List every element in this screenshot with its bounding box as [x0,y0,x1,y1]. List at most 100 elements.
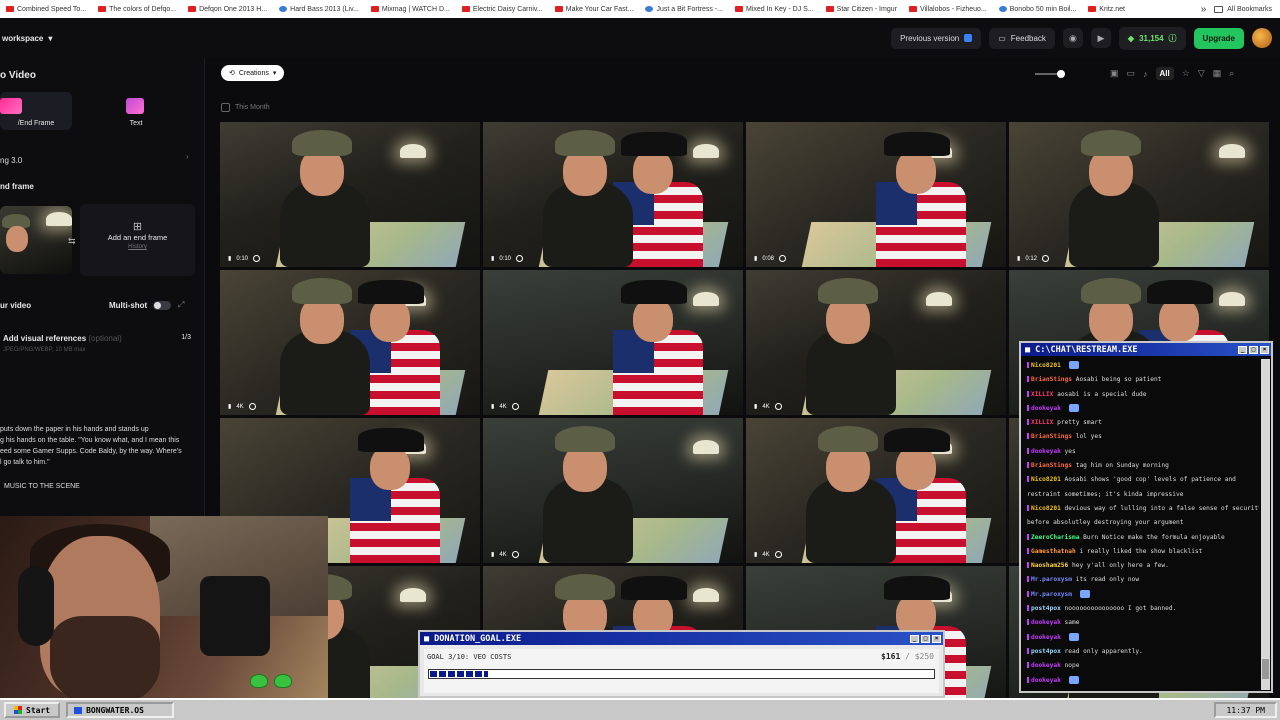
model-selector[interactable]: ng 3.0 [0,156,22,165]
month-group[interactable]: This Month [221,103,270,112]
video-tile[interactable]: ▮ 0:10 [483,122,743,267]
chat-username[interactable]: Gamesthatnah [1031,548,1076,555]
chat-message: BrianStings Aosabi being so patient [1027,373,1259,387]
youtube-icon[interactable]: ▶ [1090,28,1111,48]
prompt-textarea[interactable]: puts down the paper in his hands and sta… [0,424,195,468]
chat-username[interactable]: BrianStings [1031,462,1072,469]
grid-icon[interactable]: ▦ [1213,68,1222,79]
taskbar-item-bongwater[interactable]: BONGWATER.OS [66,702,175,718]
chat-username[interactable]: Nico8201 [1031,505,1061,512]
start-button[interactable]: Start [4,702,61,718]
chat-username[interactable]: Naosham256 [1031,562,1068,569]
avatar[interactable] [1252,28,1272,48]
star-icon[interactable]: ☆ [1182,68,1190,79]
scrollbar-thumb[interactable] [1262,659,1269,679]
video-tile[interactable]: ▮ 0:08 [746,122,1006,267]
bookmark-item[interactable]: Electric Daisy Carniv... [456,6,549,13]
workspace-selector[interactable]: workspace ▾ [0,34,52,43]
chat-window[interactable]: ■ C:\CHAT\RESTREAM.EXE _ □ × Nico8201 Br… [1019,341,1273,693]
expand-icon[interactable]: ⤢ [178,300,184,310]
chat-text: tag him on Sunday morning [1075,462,1169,470]
tab-start-end-frame[interactable]: /End Frame [0,92,72,130]
bookmark-item[interactable]: Hard Bass 2013 (Liv... [273,6,365,13]
credits-display[interactable]: ◆ 31,154 ⓘ [1118,26,1186,50]
discord-icon[interactable]: ◉ [1062,28,1083,48]
chat-username[interactable]: dookeyak [1031,662,1061,669]
toggle-switch[interactable] [153,301,172,310]
all-bookmarks-button[interactable]: All Bookmarks [1214,5,1280,13]
bookmark-item[interactable]: Villalobos - Fizheuo... [903,6,993,13]
select-month-checkbox[interactable] [221,103,230,112]
multishot-toggle[interactable]: Multi-shot [109,301,172,310]
chat-username[interactable]: Mr.paroxysm [1031,591,1072,598]
chat-username[interactable]: dookeyak [1031,405,1061,412]
chat-username[interactable]: dookeyak [1031,634,1061,641]
emote-icon [1079,589,1090,598]
chat-title: C:\CHAT\RESTREAM.EXE [1035,344,1138,355]
bookmark-item[interactable]: Mixmag | WATCH D... [365,6,456,13]
audio-filter-icon[interactable]: ♪ [1143,69,1148,79]
chat-username[interactable]: dookeyak [1031,677,1061,684]
bookmark-item[interactable]: Combined Speed To... [0,6,92,13]
video-tile[interactable]: ▮ 4K [746,270,1006,415]
chat-scrollbar[interactable] [1261,359,1270,690]
feedback-button[interactable]: ▭ Feedback [989,27,1055,49]
chat-text: nooooooooooooooo I got banned. [1064,605,1177,613]
bookmark-item[interactable]: Just a Bit Fortress -... [639,6,729,13]
bookmark-item[interactable]: Bonobo 50 min Boil... [993,6,1083,13]
minimize-button[interactable]: _ [1238,345,1247,354]
funnel-icon[interactable]: ▽ [1198,68,1205,79]
video-tile[interactable]: ▮ 4K [483,270,743,415]
video-tile[interactable]: ▮ 0:12 [1009,122,1269,267]
bookmark-item[interactable]: Kritz.net [1082,6,1131,13]
chat-message: Nico8201 Aosabi shows 'good cop' levels … [1027,473,1259,487]
video-filter-icon[interactable]: ▭ [1127,68,1136,79]
search-icon[interactable]: ⌕ [1229,68,1234,79]
chat-username[interactable]: BrianStings [1031,433,1072,440]
helmet-shape [1081,278,1141,304]
bookmark-item[interactable]: The colors of Defqo... [92,6,182,13]
maximize-button[interactable]: □ [1249,345,1258,354]
chat-username[interactable]: dookeyak [1031,619,1061,626]
user-color-bar [1027,605,1029,612]
all-filter-button[interactable]: All [1155,67,1174,80]
zoom-slider[interactable] [1035,70,1065,78]
close-button[interactable]: × [932,634,941,643]
maximize-button[interactable]: □ [921,634,930,643]
chat-username[interactable]: post4pox [1031,648,1061,655]
add-end-frame-button[interactable]: ⊞ Add an end frame History [80,204,195,276]
chat-username[interactable]: XILLIX [1031,391,1053,398]
chat-username[interactable]: Nico8201 [1031,476,1061,483]
chat-username[interactable]: ZeeroCharisma [1031,534,1079,541]
close-button[interactable]: × [1260,345,1269,354]
bookmark-item[interactable]: Star Citizen - Imgur [820,6,903,13]
chat-username[interactable]: Nico8201 [1031,362,1061,369]
chat-username[interactable]: BrianStings [1031,376,1072,383]
chat-username[interactable]: XILLIX [1031,419,1053,426]
bookmark-item[interactable]: Mixed In Key - DJ S... [729,6,820,13]
upgrade-button[interactable]: Upgrade [1193,27,1244,49]
image-filter-icon[interactable]: ▣ [1110,68,1119,79]
tab-text[interactable]: Text [100,92,172,130]
chat-username[interactable]: post4pox [1031,605,1061,612]
more-bookmarks-button[interactable]: » [1193,4,1215,15]
bookmark-item[interactable]: Make Your Car Fast... [549,6,640,13]
minimize-button[interactable]: _ [910,634,919,643]
chat-titlebar[interactable]: ■ C:\CHAT\RESTREAM.EXE _ □ × [1021,343,1271,356]
swap-icon[interactable]: ⇆ [68,236,76,247]
donation-goal-window[interactable]: ■ DONATION_GOAL.EXE _ □ × GOAL 3/10: VEO… [418,630,945,698]
start-frame-thumbnail[interactable] [0,206,72,274]
video-meta: ▮ 4K [228,403,256,410]
visual-references[interactable]: Add visual references (optional) JPEG/PN… [0,334,200,364]
creations-filter[interactable]: ⟲ Creations ▾ [221,65,285,81]
video-tile[interactable]: ▮ 4K [483,418,743,563]
previous-version-button[interactable]: Previous version [891,27,982,49]
bookmark-item[interactable]: Defqon One 2013 H... [182,6,273,13]
chat-username[interactable]: Mr.paroxysm [1031,576,1072,583]
history-link[interactable]: History [80,244,195,250]
video-tile[interactable]: ▮ 0:10 [220,122,480,267]
chat-username[interactable]: dookeyak [1031,448,1061,455]
donation-titlebar[interactable]: ■ DONATION_GOAL.EXE _ □ × [420,632,943,645]
video-tile[interactable]: ▮ 4K [746,418,1006,563]
video-tile[interactable]: ▮ 4K [220,270,480,415]
